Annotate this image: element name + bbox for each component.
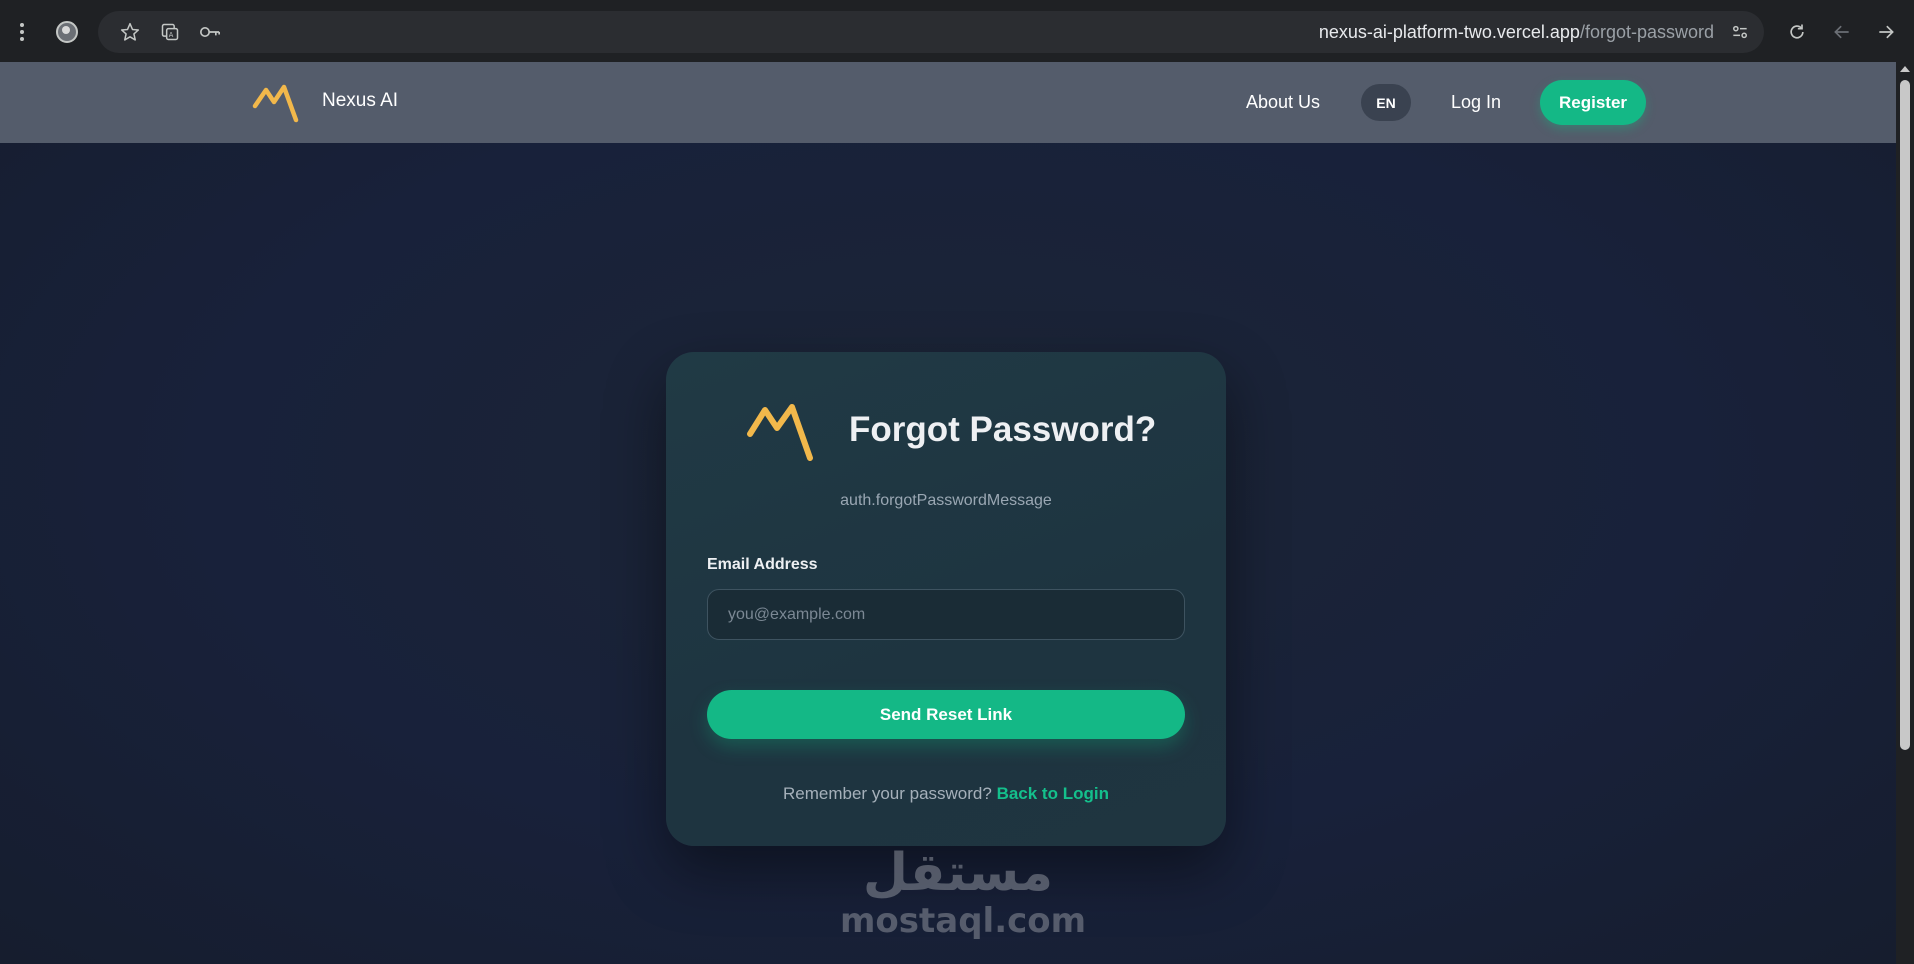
page-subtitle: auth.forgotPasswordMessage (840, 492, 1052, 509)
url-domain: nexus-ai-platform-two.vercel.app (1318, 22, 1580, 42)
nexus-logo-icon[interactable] (252, 82, 300, 124)
forward-icon[interactable] (1874, 20, 1898, 44)
scroll-up-icon[interactable] (1900, 66, 1910, 72)
nav-login-link[interactable]: Log In (1451, 92, 1501, 113)
translate-icon[interactable]: A (158, 20, 182, 44)
watermark-arabic: مستقل (862, 843, 1054, 903)
key-icon[interactable] (198, 20, 222, 44)
url-text[interactable]: nexus-ai-platform-two.vercel.app/forgot-… (1319, 22, 1714, 43)
browser-toolbar: A nexus-ai-platform-two.vercel.app/forgo… (0, 0, 1914, 62)
register-button[interactable]: Register (1540, 80, 1646, 125)
svg-text:A: A (169, 31, 174, 39)
page-scrollbar[interactable] (1896, 62, 1914, 964)
profile-icon[interactable] (55, 20, 79, 44)
watermark: مستقل mostaql.com (840, 843, 1087, 945)
url-path: /forgot-password (1579, 22, 1714, 42)
scroll-thumb[interactable] (1900, 80, 1910, 750)
nexus-logo-icon (747, 404, 813, 461)
send-reset-link-button[interactable]: Send Reset Link (707, 690, 1185, 739)
back-to-login-link[interactable]: Back to Login (997, 784, 1109, 803)
forgot-password-card: Forgot Password? auth.forgotPasswordMess… (666, 352, 1226, 846)
star-icon[interactable] (118, 20, 142, 44)
reload-icon[interactable] (1785, 20, 1809, 44)
login-prompt: Remember your password? Back to Login (666, 784, 1226, 804)
login-prompt-text: Remember your password? (783, 784, 992, 803)
brand-name[interactable]: Nexus AI (322, 90, 398, 112)
back-icon[interactable] (1830, 20, 1854, 44)
language-button[interactable]: EN (1361, 84, 1411, 121)
menu-icon[interactable] (10, 20, 34, 44)
site-header: Nexus AI About Us EN Log In Register (0, 62, 1896, 143)
email-field[interactable] (707, 589, 1185, 640)
site-settings-icon[interactable] (1728, 20, 1752, 44)
page-title: Forgot Password? (849, 410, 1157, 449)
nav-about-link[interactable]: About Us (1246, 92, 1320, 113)
watermark-latin: mostaql.com (840, 901, 1087, 941)
email-label: Email Address (707, 556, 818, 573)
address-bar[interactable]: A nexus-ai-platform-two.vercel.app/forgo… (98, 11, 1764, 53)
